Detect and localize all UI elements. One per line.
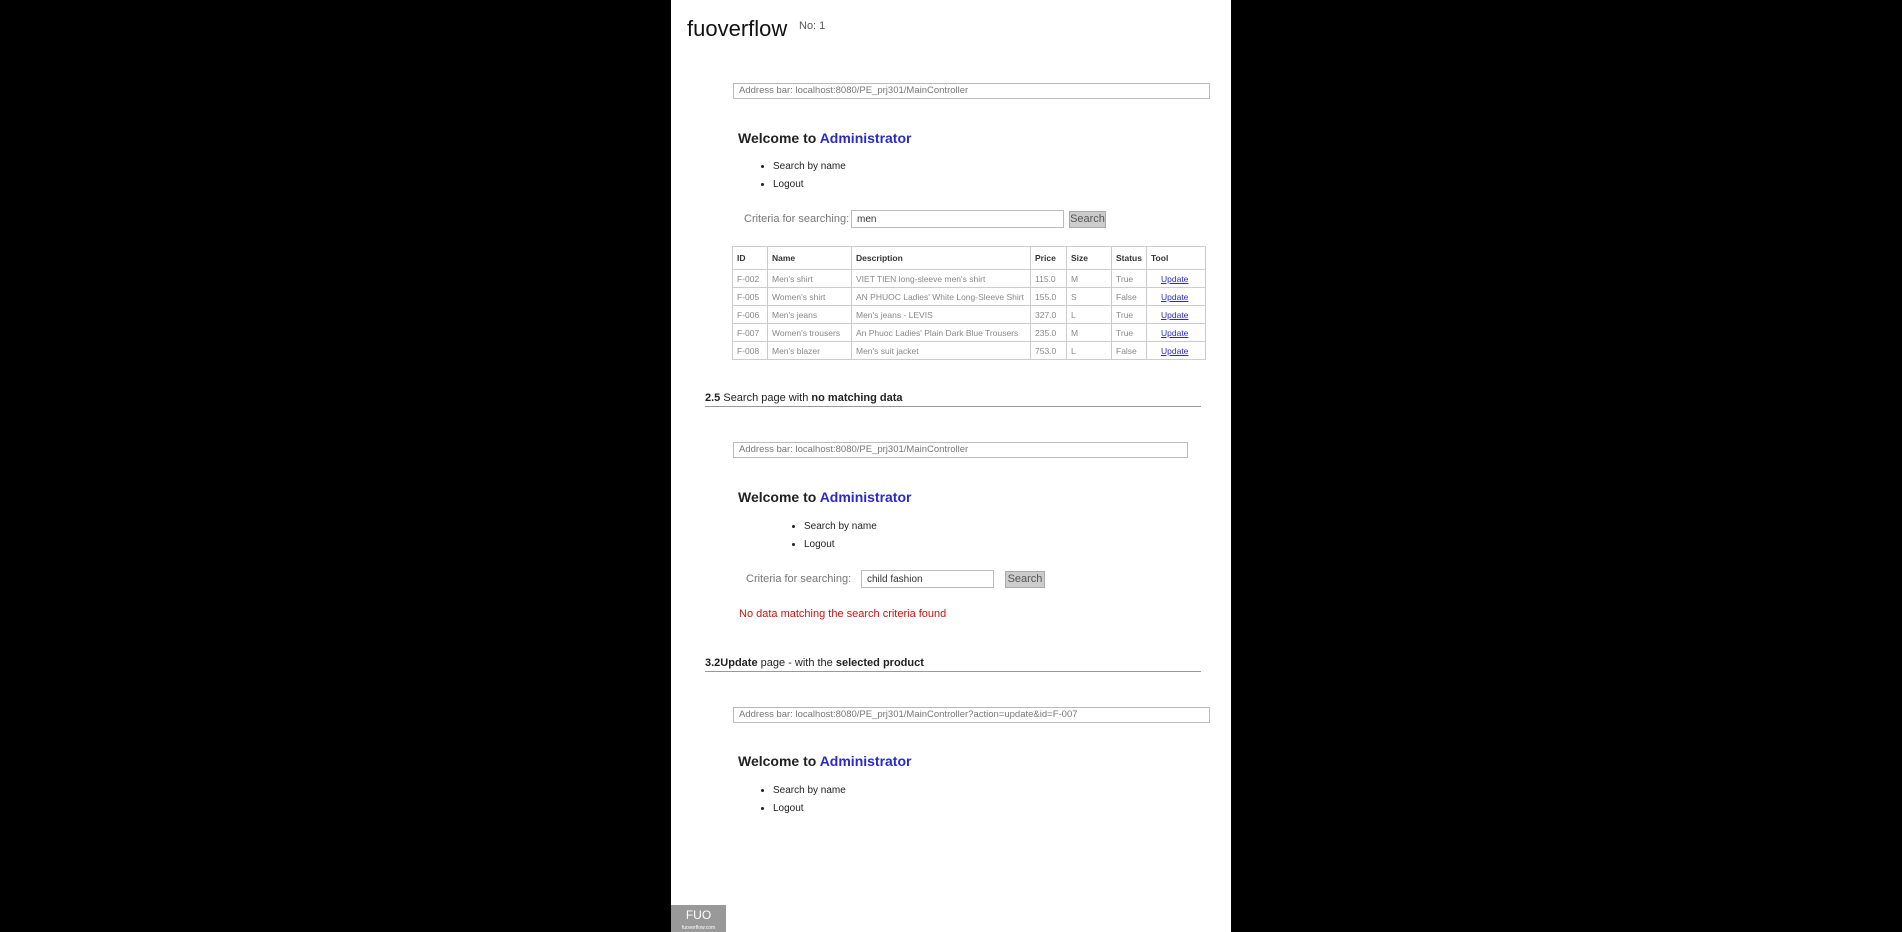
table-row: F-005 Women's shirt AN PHUOC Ladies' Whi… (732, 287, 1206, 306)
cell-size: S (1066, 287, 1112, 306)
menu-item-logout[interactable]: Logout (773, 800, 846, 818)
address-bar: Address bar: localhost:8080/PE_prj301/Ma… (733, 707, 1210, 723)
cell-price: 155.0 (1030, 287, 1067, 306)
criteria-label: Criteria for searching: (746, 573, 852, 585)
cell-description: AN PHUOC Ladies' White Long-Sleeve Shirt (851, 287, 1031, 306)
criteria-label: Criteria for searching: (744, 213, 850, 225)
brand-title: fuoverflow (687, 16, 788, 41)
col-description-header: Description (851, 246, 1031, 270)
welcome-prefix: Welcome to (738, 130, 817, 146)
table-row: F-008 Men's blazer Men's suit jacket 753… (732, 341, 1206, 360)
cell-status: False (1111, 341, 1147, 360)
col-price-header: Price (1030, 246, 1067, 270)
welcome-heading: Welcome to Administrator (738, 753, 911, 769)
welcome-user: Administrator (819, 753, 912, 769)
menu-item-search[interactable]: Search by name (804, 518, 877, 536)
section-text: page - with the (757, 657, 836, 669)
section-heading-2-5: 2.5 Search page with no matching data (705, 392, 1201, 407)
cell-name: Men's shirt (767, 269, 852, 288)
col-id-header: ID (732, 246, 768, 270)
cell-name: Women's trousers (767, 323, 852, 342)
col-name-header: Name (767, 246, 852, 270)
search-button[interactable]: Search (1005, 571, 1045, 588)
cell-size: M (1066, 323, 1112, 342)
question-number: No: 1 (799, 20, 826, 32)
table-row: F-006 Men's jeans Men's jeans - LEVIS 32… (732, 305, 1206, 324)
fuo-logo: FUO fuoverflow.com (671, 905, 726, 932)
cell-tool: Update (1146, 323, 1206, 342)
cell-tool: Update (1146, 269, 1206, 288)
section-heading-3-2: 3.2Update page - with the selected produ… (705, 657, 1201, 672)
cell-status: True (1111, 323, 1147, 342)
cell-id: F-007 (732, 323, 768, 342)
cell-name: Men's jeans (767, 305, 852, 324)
cell-id: F-008 (732, 341, 768, 360)
document-page: fuoverflow No: 1 Address bar: localhost:… (671, 0, 1231, 932)
cell-id: F-006 (732, 305, 768, 324)
col-tool-header: Tool (1146, 246, 1206, 270)
cell-status: False (1111, 287, 1147, 306)
welcome-heading: Welcome to Administrator (738, 130, 911, 146)
cell-id: F-005 (732, 287, 768, 306)
col-size-header: Size (1066, 246, 1112, 270)
no-data-message: No data matching the search criteria fou… (739, 608, 947, 620)
cell-size: L (1066, 305, 1112, 324)
welcome-prefix: Welcome to (738, 753, 817, 769)
update-link[interactable]: Update (1161, 328, 1188, 338)
welcome-user: Administrator (819, 130, 912, 146)
table-row: F-002 Men's shirt VIET TIEN long-sleeve … (732, 269, 1206, 288)
menu-list: Search by name Logout (787, 518, 877, 554)
menu-item-search[interactable]: Search by name (773, 158, 846, 176)
cell-tool: Update (1146, 305, 1206, 324)
welcome-heading: Welcome to Administrator (738, 489, 911, 505)
cell-tool: Update (1146, 341, 1206, 360)
table-row: F-007 Women's trousers An Phuoc Ladies' … (732, 323, 1206, 342)
menu-item-search[interactable]: Search by name (773, 782, 846, 800)
col-status-header: Status (1111, 246, 1147, 270)
section-number: 2.5 (705, 392, 721, 404)
menu-list: Search by name Logout (756, 158, 846, 194)
menu-item-logout[interactable]: Logout (804, 536, 877, 554)
cell-status: True (1111, 305, 1147, 324)
section-emphasis: no matching data (811, 392, 903, 404)
search-input[interactable]: child fashion (861, 570, 994, 588)
cell-price: 753.0 (1030, 341, 1067, 360)
cell-description: Men's suit jacket (851, 341, 1031, 360)
address-bar: Address bar: localhost:8080/PE_prj301/Ma… (733, 83, 1210, 99)
cell-name: Women's shirt (767, 287, 852, 306)
cell-description: An Phuoc Ladies' Plain Dark Blue Trouser… (851, 323, 1031, 342)
cell-size: L (1066, 341, 1112, 360)
cell-tool: Update (1146, 287, 1206, 306)
results-table: ID Name Description Price Size Status To… (732, 246, 1206, 360)
section-emphasis: selected product (835, 657, 924, 669)
cell-price: 115.0 (1030, 269, 1067, 288)
cell-price: 327.0 (1030, 305, 1067, 324)
cell-description: Men's jeans - LEVIS (851, 305, 1031, 324)
search-input[interactable]: men (851, 210, 1064, 228)
menu-item-logout[interactable]: Logout (773, 176, 846, 194)
update-link[interactable]: Update (1161, 274, 1188, 284)
cell-status: True (1111, 269, 1147, 288)
update-link[interactable]: Update (1161, 310, 1188, 320)
welcome-prefix: Welcome to (738, 489, 817, 505)
menu-list: Search by name Logout (756, 782, 846, 818)
cell-description: VIET TIEN long-sleeve men's shirt (851, 269, 1031, 288)
cell-name: Men's blazer (767, 341, 852, 360)
section-text: Search page with (720, 392, 812, 404)
cell-id: F-002 (732, 269, 768, 288)
cell-price: 235.0 (1030, 323, 1067, 342)
update-link[interactable]: Update (1161, 346, 1188, 356)
logo-text: FUO (685, 908, 712, 922)
logo-subtext: fuoverflow.com (681, 925, 716, 931)
address-bar: Address bar: localhost:8080/PE_prj301/Ma… (733, 442, 1188, 458)
search-button[interactable]: Search (1069, 211, 1106, 228)
welcome-user: Administrator (819, 489, 912, 505)
table-header-row: ID Name Description Price Size Status To… (732, 246, 1206, 270)
section-number: 3.2Update (705, 657, 758, 669)
cell-size: M (1066, 269, 1112, 288)
update-link[interactable]: Update (1161, 292, 1188, 302)
